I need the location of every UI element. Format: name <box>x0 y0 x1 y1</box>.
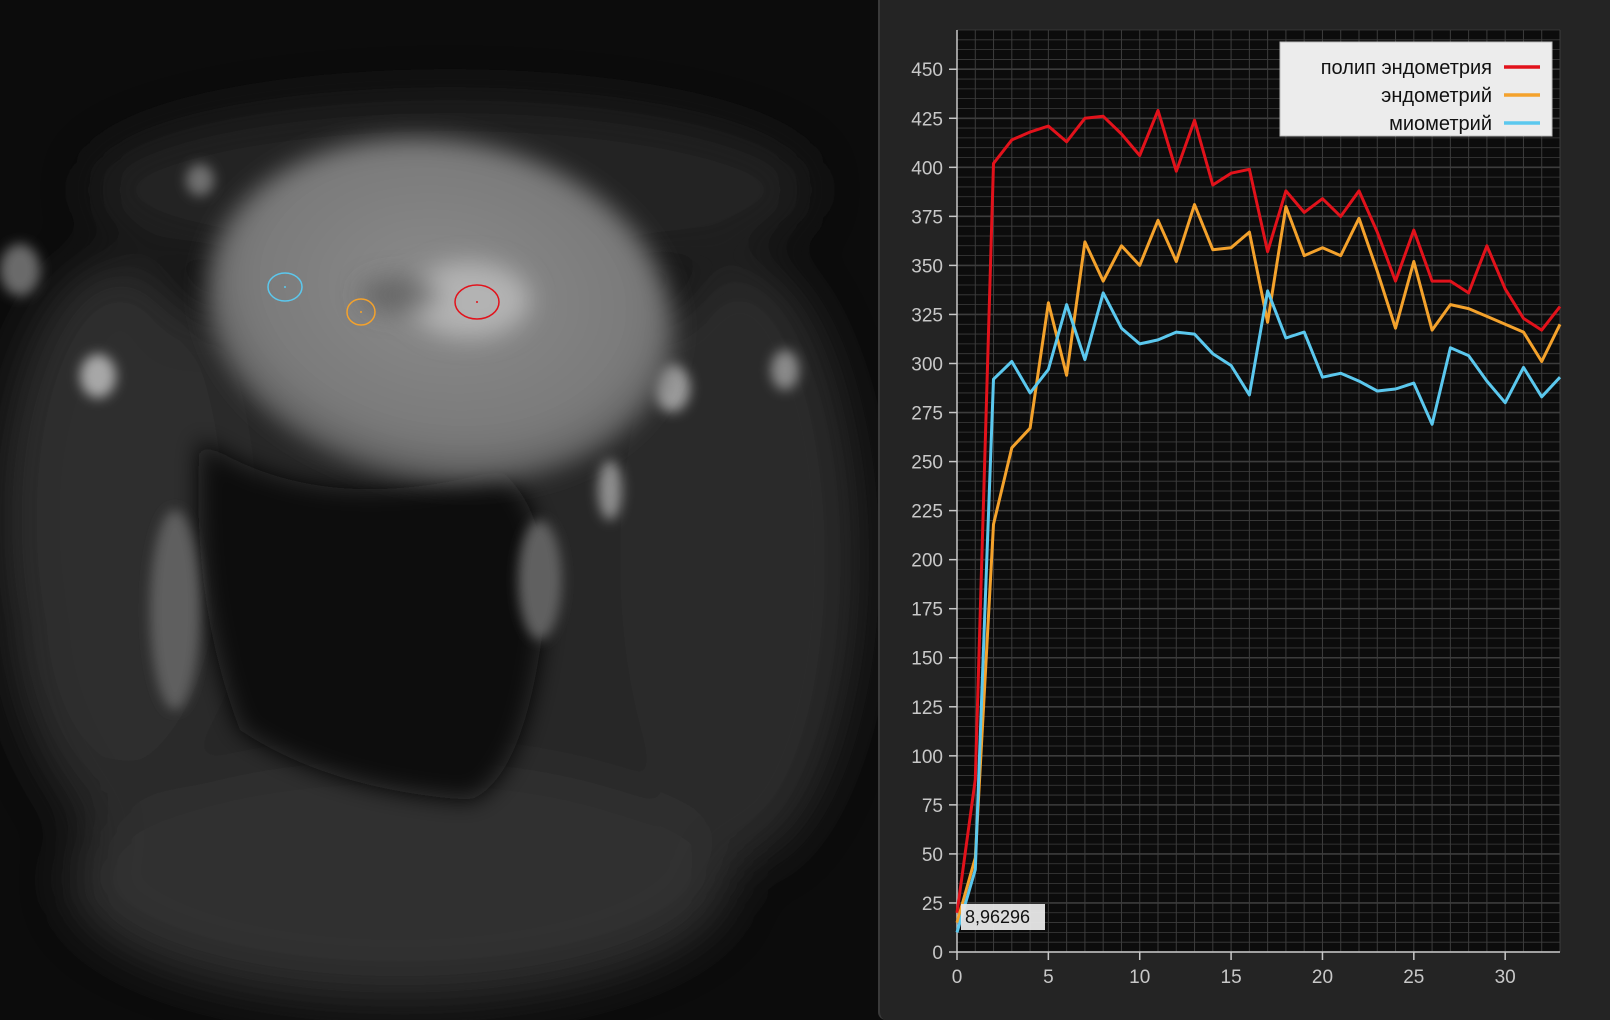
y-tick-label: 75 <box>922 796 943 817</box>
x-tick-label: 5 <box>1043 967 1054 988</box>
y-tick-label: 100 <box>911 747 943 768</box>
y-tick-label: 50 <box>922 845 943 866</box>
mri-image-viewport[interactable] <box>0 0 878 1020</box>
y-tick-label: 150 <box>911 649 943 670</box>
y-tick-label: 425 <box>911 109 943 130</box>
y-tick-label: 0 <box>932 943 943 964</box>
x-tick-label: 0 <box>952 967 963 988</box>
x-tick-label: 30 <box>1495 967 1516 988</box>
signal-intensity-chart-panel: 0 25 50 75 100 125 150 175 200 225 250 275 300 325 350… <box>878 0 1610 1020</box>
y-tick-label: 450 <box>911 60 943 81</box>
y-tick-label: 125 <box>911 698 943 719</box>
legend[interactable]: полип эндометрия эндометрий миометрий <box>1279 41 1553 137</box>
readout-value: 8,96296 <box>965 907 1030 927</box>
y-tick-label: 225 <box>911 502 943 523</box>
y-tick-label: 250 <box>911 453 943 474</box>
mri-scan-image <box>0 0 878 1020</box>
x-tick-label: 15 <box>1221 967 1242 988</box>
x-tick-label: 25 <box>1403 967 1424 988</box>
legend-entry-label: миометрий <box>1389 113 1492 135</box>
y-tick-label: 375 <box>911 207 943 228</box>
legend-entry-label: эндометрий <box>1381 85 1492 107</box>
y-tick-label: 325 <box>911 305 943 326</box>
y-tick-label: 400 <box>911 158 943 179</box>
x-tick-label: 20 <box>1312 967 1333 988</box>
cursor-value-readout: 8,96296 <box>961 904 1045 930</box>
y-tick-label: 350 <box>911 256 943 277</box>
x-tick-label: 10 <box>1129 967 1150 988</box>
signal-intensity-chart[interactable]: 0255075100125150175200225250275300325350… <box>880 0 1610 1020</box>
y-tick-label: 200 <box>911 551 943 572</box>
y-tick-label: 175 <box>911 600 943 621</box>
legend-entry-label: полип эндометрия <box>1321 57 1492 79</box>
y-tick-label: 25 <box>922 894 943 915</box>
y-tick-label: 300 <box>911 354 943 375</box>
y-tick-label: 275 <box>911 404 943 425</box>
